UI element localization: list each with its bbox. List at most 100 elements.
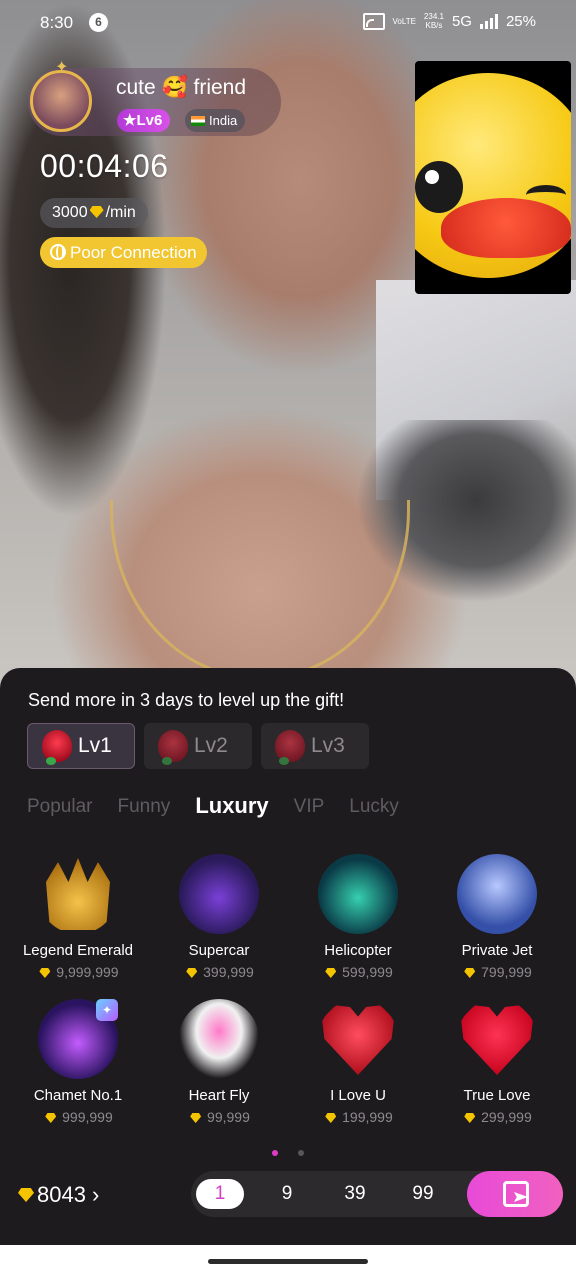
jet-icon: [457, 854, 537, 934]
gift-price: 599,999: [286, 964, 430, 980]
gift-level-tab-label: Lv1: [78, 734, 112, 757]
notification-count-badge: 6: [89, 13, 108, 32]
gift-category-tabs: Popular Funny Luxury VIP Lucky: [27, 793, 424, 819]
diamond-icon: [325, 1113, 337, 1123]
crown-icon: [46, 858, 110, 930]
gift-name: Legend Emerald: [22, 942, 134, 959]
supercar-icon: [179, 854, 259, 934]
battery-level: 25%: [505, 12, 536, 30]
cast-icon: [362, 12, 385, 30]
call-rate-pill: 3000/min: [40, 198, 148, 228]
india-flag-icon: [191, 116, 205, 126]
diamond-icon: [39, 968, 51, 978]
connection-status-label: Poor Connection: [70, 243, 197, 262]
tab-luxury[interactable]: Luxury: [195, 793, 268, 819]
network-type: 5G: [451, 12, 472, 30]
gift-item[interactable]: Legend Emerald 9,999,999: [6, 854, 150, 980]
helicopter-icon: [318, 854, 398, 934]
gift-price-value: 99,999: [207, 1109, 250, 1125]
diamond-icon: [186, 968, 198, 978]
self-video-preview[interactable]: [415, 61, 571, 294]
tab-vip[interactable]: VIP: [294, 796, 325, 819]
rate-amount: 3000: [52, 204, 88, 221]
duck-beak: [441, 198, 571, 258]
quantity-option-39[interactable]: 39: [331, 1179, 379, 1209]
gift-level-tab-lv2[interactable]: Lv2: [144, 723, 252, 769]
gift-price: 299,999: [425, 1109, 569, 1125]
gift-page-indicator: [272, 1150, 304, 1156]
tab-funny[interactable]: Funny: [118, 796, 171, 819]
gift-price-value: 999,999: [62, 1109, 113, 1125]
net-speed-unit: KB/s: [425, 21, 443, 30]
host-country-badge: India: [185, 109, 246, 132]
net-speed-value: 234.1: [423, 12, 444, 21]
diamond-icon: [464, 968, 476, 978]
gift-price: 199,999: [286, 1109, 430, 1125]
rose-icon: [42, 730, 72, 765]
gift-price-value: 599,999: [342, 964, 393, 980]
gift-item[interactable]: Helicopter 599,999: [286, 854, 430, 980]
home-indicator[interactable]: [208, 1259, 368, 1264]
sparkle-badge-icon: ✦: [96, 999, 118, 1021]
page-dot: [298, 1150, 304, 1156]
quantity-option-9[interactable]: 9: [263, 1179, 311, 1209]
gift-name: Heart Fly: [188, 1087, 250, 1104]
gift-level-tab-lv1[interactable]: Lv1: [27, 723, 135, 769]
gift-price-value: 299,999: [481, 1109, 532, 1125]
volte-label: VoLTE: [392, 16, 416, 26]
diamond-icon: [45, 1113, 57, 1123]
status-icons: VoLTE 234.1 KB/s 5G 25%: [362, 12, 536, 30]
gift-name: Supercar: [188, 942, 250, 959]
gift-price: 399,999: [147, 964, 291, 980]
host-avatar[interactable]: [30, 57, 92, 132]
net-speed: 234.1 KB/s: [424, 12, 444, 30]
gift-panel: Send more in 3 days to level up the gift…: [0, 668, 576, 1245]
gift-name: I Love U: [330, 1087, 386, 1104]
diamond-icon: [464, 1113, 476, 1123]
diamond-icon: [89, 206, 104, 218]
gift-name: Chamet No.1: [33, 1087, 123, 1104]
gift-item[interactable]: Supercar 399,999: [147, 854, 291, 980]
gift-level-tab-label: Lv2: [194, 734, 228, 757]
gift-item[interactable]: True Love 299,999: [425, 999, 569, 1125]
gift-item[interactable]: ✦ Chamet No.1 999,999: [6, 999, 150, 1125]
gift-price: 9,999,999: [6, 964, 150, 980]
globe-icon: [50, 244, 66, 260]
tab-lucky[interactable]: Lucky: [349, 796, 399, 819]
status-time: 8:30: [40, 13, 74, 32]
gift-price: 799,999: [425, 964, 569, 980]
send-gift-button[interactable]: [467, 1171, 563, 1217]
love-heart-icon: [461, 1005, 533, 1075]
duck-emoji-mask: [415, 73, 571, 278]
star-icon: ★: [123, 112, 137, 129]
gift-level-hint: Send more in 3 days to level up the gift…: [28, 690, 345, 710]
diamond-balance[interactable]: 8043 ›: [16, 1182, 99, 1208]
gift-item[interactable]: I Love U 199,999: [286, 999, 430, 1125]
gift-price-value: 199,999: [342, 1109, 393, 1125]
diamond-icon: [190, 1113, 202, 1123]
gift-level-tab-label: Lv3: [311, 734, 345, 757]
tab-popular[interactable]: Popular: [27, 796, 93, 819]
diamond-icon: [18, 1188, 34, 1202]
diamond-icon: [325, 968, 337, 978]
signal-icon: [479, 13, 498, 29]
chevron-right-icon: ›: [91, 1182, 100, 1207]
call-timer: 00:04:06: [40, 148, 169, 184]
send-gift-icon: [503, 1181, 529, 1207]
castle-icon: ✦: [38, 999, 118, 1079]
gift-item[interactable]: Private Jet 799,999: [425, 854, 569, 980]
winged-heart-icon: [179, 999, 259, 1079]
rate-unit: /min: [105, 204, 136, 221]
gift-price: 999,999: [6, 1109, 150, 1125]
host-name: cute 🥰 friend: [116, 76, 247, 99]
gift-item[interactable]: Heart Fly 99,999: [147, 999, 291, 1125]
duck-eye: [415, 161, 463, 213]
gift-price-value: 9,999,999: [56, 964, 119, 980]
gift-name: Helicopter: [324, 942, 392, 959]
rose-bunch-icon: [275, 730, 305, 765]
connection-status-pill: Poor Connection: [40, 237, 207, 268]
gift-level-tab-lv3[interactable]: Lv3: [261, 723, 369, 769]
quantity-option-1[interactable]: 1: [196, 1179, 244, 1209]
quantity-option-99[interactable]: 99: [399, 1179, 447, 1209]
gift-price-value: 799,999: [481, 964, 532, 980]
